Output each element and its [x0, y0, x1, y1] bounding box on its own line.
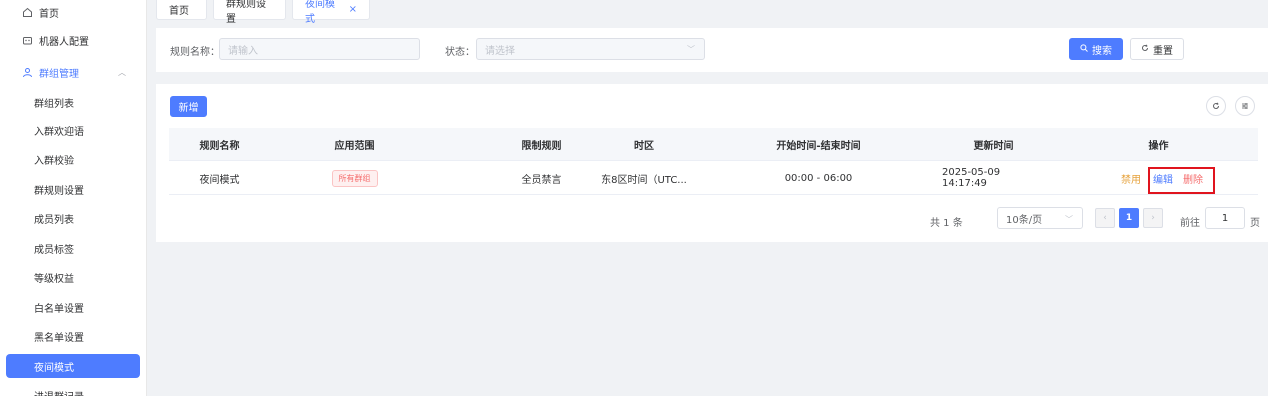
chevron-right-icon: › — [1151, 213, 1155, 223]
select-placeholder: 请选择 — [485, 45, 515, 57]
sidebar-item-label: 进退群记录 — [34, 388, 84, 396]
sidebar-item-join-verify[interactable]: 入群校验 — [0, 147, 146, 171]
sidebar-item-welcome[interactable]: 入群欢迎语 — [0, 118, 146, 142]
tab-night-mode[interactable]: 夜间模式 × — [292, 0, 370, 25]
sidebar-item-home[interactable]: 首页 — [0, 0, 146, 24]
search-panel: 规则名称： 请输入 状态： 请选择 ﹀ 搜索 重置 — [156, 28, 1268, 72]
goto-label: 前往 — [1180, 218, 1200, 229]
search-button-label: 搜索 — [1092, 45, 1112, 57]
tab-home[interactable]: 首页 — [156, 0, 207, 20]
user-group-icon — [22, 67, 33, 78]
search-icon — [1080, 43, 1088, 55]
annotation-highlight-box — [1148, 167, 1215, 194]
sidebar-item-robot-config[interactable]: 机器人配置 — [0, 28, 146, 52]
sidebar-item-label: 等级权益 — [34, 273, 74, 285]
sidebar-item-blacklist[interactable]: 黑名单设置 — [0, 324, 146, 348]
chevron-down-icon: ﹀ — [1065, 215, 1073, 224]
refresh-icon — [1213, 102, 1219, 109]
col-header-actions: 操作 — [1148, 140, 1169, 152]
sidebar-item-label: 夜间模式 — [34, 362, 74, 374]
sidebar: 首页 机器人配置 群组管理 ︿ 群组列表 入群欢迎语 入群校验 群规则设置 成员… — [0, 0, 147, 396]
table-panel: 新增 规则名称 应用范围 限制规则 时区 开始时间-结束时间 更新时间 操作 夜… — [156, 84, 1268, 242]
page-size-value: 10条/页 — [1006, 214, 1043, 226]
sidebar-item-member-tags[interactable]: 成员标签 — [0, 236, 146, 260]
page-number-button[interactable]: 1 — [1119, 208, 1139, 228]
rule-name-label: 规则名称： — [170, 47, 220, 58]
tab-label: 夜间模式 — [305, 0, 335, 25]
sidebar-item-whitelist[interactable]: 白名单设置 — [0, 295, 146, 319]
page-unit-label: 页 — [1250, 218, 1260, 229]
prev-page-button[interactable]: ‹ — [1095, 208, 1115, 228]
tab-label: 首页 — [169, 6, 189, 17]
search-button[interactable]: 搜索 — [1069, 38, 1123, 60]
sidebar-item-group-list[interactable]: 群组列表 — [0, 90, 146, 114]
page-size-select[interactable]: 10条/页 ﹀ — [997, 207, 1083, 229]
sidebar-item-label: 群规则设置 — [34, 185, 84, 197]
col-header-updated-at: 更新时间 — [973, 140, 1014, 152]
sidebar-item-label: 黑名单设置 — [34, 332, 84, 344]
disable-link-label: 禁用 — [1121, 174, 1141, 186]
cell-timezone: 东8区时间（UTC... — [601, 174, 687, 186]
table-header: 规则名称 应用范围 限制规则 时区 开始时间-结束时间 更新时间 操作 — [169, 128, 1258, 161]
refresh-table-button[interactable] — [1206, 96, 1226, 116]
column-settings-button[interactable] — [1235, 96, 1255, 116]
sidebar-item-level-benefits[interactable]: 等级权益 — [0, 265, 146, 289]
tab-group-rules[interactable]: 群规则设置 — [213, 0, 286, 25]
page-number-label: 1 — [1125, 213, 1133, 223]
add-button-label: 新增 — [178, 103, 199, 114]
refresh-icon — [1141, 44, 1149, 55]
col-header-timezone: 时区 — [634, 140, 654, 152]
tab-label: 群规则设置 — [226, 0, 266, 25]
reset-button-label: 重置 — [1153, 45, 1173, 57]
sidebar-group-group-mgmt[interactable]: 群组管理 ︿ — [0, 60, 146, 84]
chevron-down-icon: ﹀ — [687, 45, 695, 54]
sidebar-item-label: 首页 — [39, 8, 59, 20]
sidebar-item-label: 白名单设置 — [34, 303, 84, 315]
sidebar-item-label: 成员列表 — [34, 214, 74, 226]
col-header-scope: 应用范围 — [334, 140, 375, 152]
col-header-rule-name: 规则名称 — [199, 140, 240, 152]
input-placeholder: 请输入 — [228, 45, 258, 57]
col-header-limit-rule: 限制规则 — [521, 140, 562, 152]
cell-time-range: 00:00 - 06:00 — [784, 172, 853, 184]
status-select[interactable]: 请选择 ﹀ — [476, 38, 705, 60]
robot-icon — [22, 35, 33, 46]
add-button[interactable]: 新增 — [170, 96, 207, 117]
next-page-button[interactable]: › — [1143, 208, 1163, 228]
reset-button[interactable]: 重置 — [1130, 38, 1184, 60]
close-icon[interactable]: × — [349, 4, 357, 15]
chevron-up-icon: ︿ — [118, 68, 126, 77]
home-icon — [22, 7, 33, 18]
sidebar-item-label: 入群校验 — [34, 155, 74, 167]
sidebar-item-member-list[interactable]: 成员列表 — [0, 206, 146, 230]
goto-page-input[interactable]: 1 — [1205, 207, 1245, 229]
pagination-total: 共 1 条 — [930, 218, 963, 229]
tabs-bar: 首页 群规则设置 夜间模式 × — [148, 0, 1268, 25]
status-label: 状态： — [445, 47, 475, 58]
col-header-time-range: 开始时间-结束时间 — [776, 140, 861, 152]
goto-page-value: 1 — [1221, 212, 1229, 224]
disable-link[interactable]: 禁用 — [1119, 162, 1143, 194]
chevron-left-icon: ‹ — [1103, 213, 1107, 223]
sidebar-item-label: 机器人配置 — [39, 36, 89, 48]
sidebar-item-label: 成员标签 — [34, 244, 74, 256]
sidebar-item-night-mode[interactable]: 夜间模式 — [6, 354, 140, 378]
sidebar-group-label: 群组管理 — [39, 68, 79, 80]
sidebar-item-group-rules[interactable]: 群规则设置 — [0, 177, 146, 201]
cell-updated-at: 2025-05-09 14:17:49 — [942, 167, 1001, 189]
sidebar-item-label: 入群欢迎语 — [34, 126, 84, 138]
sidebar-item-join-leave-log[interactable]: 进退群记录 — [0, 383, 146, 396]
cell-limit-rule: 全员禁言 — [521, 174, 562, 186]
scope-tag: 所有群组 — [331, 169, 378, 187]
table-row: 夜间模式 所有群组 全员禁言 东8区时间（UTC... 00:00 - 06:0… — [169, 162, 1258, 195]
cell-scope: 所有群组 — [270, 162, 439, 194]
sidebar-item-label: 群组列表 — [34, 98, 74, 110]
sliders-icon — [1242, 103, 1248, 109]
rule-name-input[interactable]: 请输入 — [219, 38, 420, 60]
cell-rule-name: 夜间模式 — [199, 174, 240, 186]
